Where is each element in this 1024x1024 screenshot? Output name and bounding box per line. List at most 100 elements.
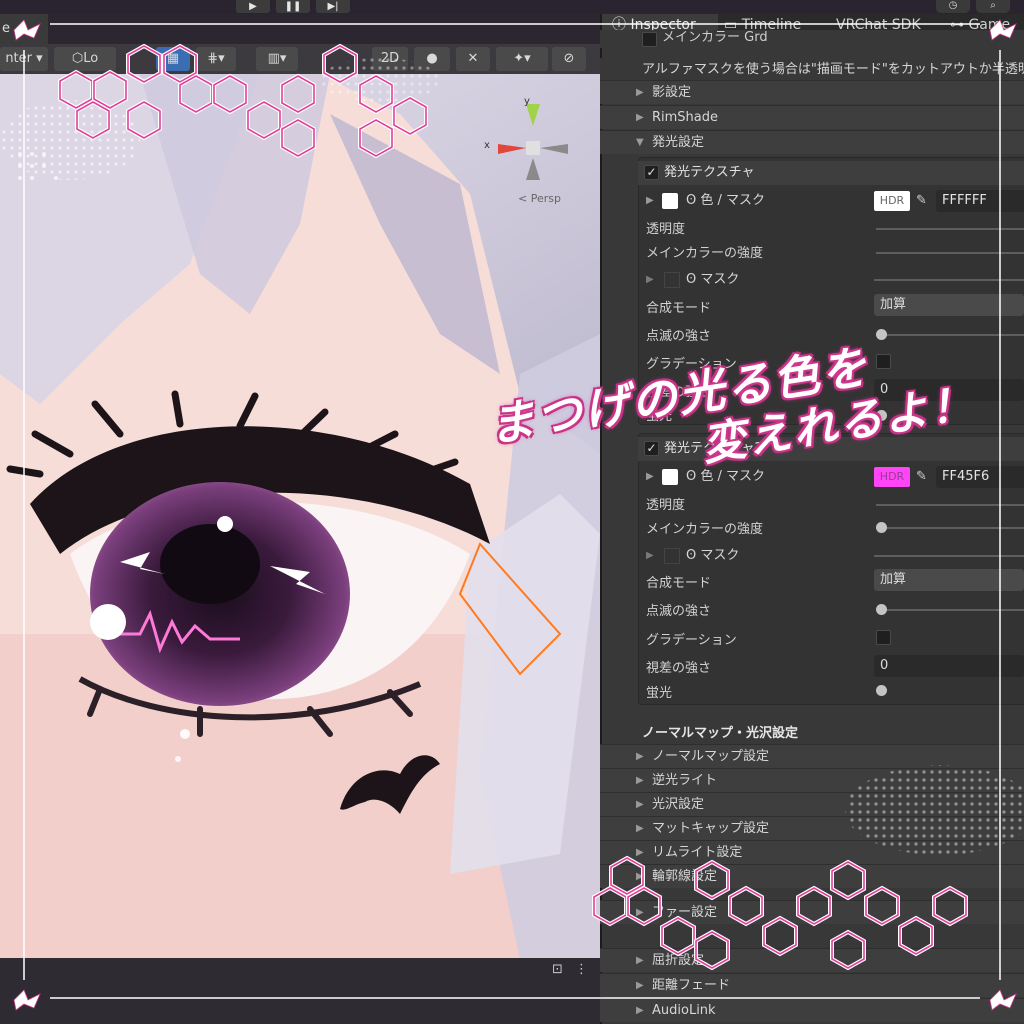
emission1-color-label: ʘ 色 / マスク — [686, 193, 766, 208]
emission1-blink-slider[interactable] — [876, 334, 1024, 336]
menu-icon[interactable]: ⋮ — [575, 962, 588, 977]
shading-mode-icon[interactable]: ▥▾ — [256, 47, 298, 71]
foldout-backlight[interactable]: ▶ 逆光ライト — [600, 768, 1024, 792]
scene-bottom-bar: ⊡ ⋮ — [0, 958, 600, 1024]
foldout-normal-map[interactable]: ▶ ノーマルマップ設定 — [600, 744, 1024, 768]
top-cut-checkbox[interactable] — [642, 32, 657, 47]
emission1-color-row: ▶ ʘ 色 / マスク HDR ✎ FFFFFF — [600, 189, 1024, 213]
foldout-emission[interactable]: ▼ 発光設定 — [600, 130, 1024, 154]
emission2-checkbox[interactable]: ✓ — [644, 441, 659, 456]
emission2-fluor-knob[interactable] — [876, 685, 887, 696]
emission1-opacity-slider[interactable] — [876, 228, 1024, 230]
emission2-hdr-swatch[interactable]: HDR — [874, 467, 910, 487]
local-dropdown[interactable]: ⬡Lo — [54, 47, 116, 71]
chevron-right-icon: ▶ — [636, 980, 644, 991]
top-cut-row: メインカラー Grd — [600, 30, 1024, 48]
lighting-icon[interactable]: ● — [414, 47, 450, 71]
audio-mute-icon[interactable]: ✕ — [456, 47, 490, 71]
foldout-rimshade[interactable]: ▶ RimShade — [600, 105, 1024, 129]
alpha-note-text: アルファマスクを使う場合は"描画モード"をカットアウトか半透明に変更 — [642, 62, 1024, 77]
emission1-mask-label: ʘ マスク — [686, 272, 740, 287]
foldout-outline[interactable]: ▶ 輪郭線設定 — [600, 864, 1024, 888]
history-icon[interactable]: ◷ — [936, 0, 970, 13]
emission1-hex-field[interactable]: FFFFFF — [936, 190, 1024, 212]
visibility-icon[interactable]: ⊘ — [552, 47, 586, 71]
foldout-distance-fade[interactable]: ▶ 距離フェード — [600, 973, 1024, 997]
emission2-maincolor-knob[interactable] — [876, 522, 887, 533]
chevron-right-icon: ▶ — [636, 87, 644, 98]
foldout-rimlight[interactable]: ▶ リムライト設定 — [600, 840, 1024, 864]
foldout-audiolink[interactable]: ▶ AudioLink — [600, 998, 1024, 1022]
foldout-shadow[interactable]: ▶ 影設定 — [600, 80, 1024, 104]
scene-gizmo[interactable]: y x < Persp — [478, 96, 588, 216]
mask-slot-icon[interactable] — [664, 548, 680, 564]
chevron-right-icon: ▶ — [636, 775, 644, 786]
chevron-right-icon[interactable]: ▶ — [646, 465, 654, 489]
foldout-gloss-label: 光沢設定 — [652, 797, 705, 812]
eyedropper-icon[interactable]: ✎ — [916, 465, 927, 489]
chevron-right-icon[interactable]: ▶ — [646, 268, 654, 292]
chevron-right-icon: ▶ — [636, 823, 644, 834]
grid-snap-icon[interactable]: ⋕▾ — [196, 47, 236, 71]
gizmo-y-label: y — [524, 96, 530, 107]
emission2-parallax-field[interactable]: 0 — [874, 655, 1024, 677]
play-icon[interactable]: ▶ — [236, 0, 270, 13]
emission1-mask-row: ▶ ʘ マスク — [600, 268, 1024, 292]
foldout-refraction[interactable]: ▶ 屈折設定 — [600, 948, 1024, 972]
chevron-right-icon: ▶ — [636, 751, 644, 762]
emission2-gradient-checkbox[interactable] — [876, 630, 891, 645]
emission2-blend-dropdown[interactable]: 加算 — [874, 569, 1024, 591]
effects-icon[interactable]: ✦▾ — [496, 47, 548, 71]
mask-slot-icon[interactable] — [664, 272, 680, 288]
emission2-blink-slider[interactable] — [876, 609, 1024, 611]
emission1-blend-label: 合成モード — [646, 301, 712, 316]
foldout-normal-map-label: ノーマルマップ設定 — [652, 749, 770, 764]
foldout-matcap[interactable]: ▶ マットキャップ設定 — [600, 816, 1024, 840]
chevron-right-icon: ▶ — [636, 907, 644, 918]
emission2-gradient-label: グラデーション — [646, 633, 737, 648]
foldout-distance-fade-label: 距離フェード — [652, 978, 731, 993]
emission1-checkbox[interactable]: ✓ — [644, 165, 659, 180]
texture-slot-icon[interactable] — [662, 469, 678, 485]
emission2-color-row: ▶ ʘ 色 / マスク HDR ✎ FF45F6 — [600, 465, 1024, 489]
mode-2d-button[interactable]: 2D — [372, 47, 408, 71]
emission1-maincolor-slider[interactable] — [876, 252, 1024, 254]
emission2-blink-knob[interactable] — [876, 604, 887, 615]
chevron-right-icon[interactable]: ▶ — [646, 189, 654, 213]
tab-scene[interactable]: e — [0, 14, 48, 44]
foldout-fur[interactable]: ▶ ファー設定 — [600, 900, 1024, 924]
chevron-right-icon[interactable]: ▶ — [646, 544, 654, 568]
eyedropper-icon[interactable]: ✎ — [916, 189, 927, 213]
foldout-shadow-label: 影設定 — [652, 85, 692, 100]
emission1-blink-knob[interactable] — [876, 329, 887, 340]
pivot-dropdown[interactable]: nter ▾ — [0, 47, 48, 71]
chevron-right-icon: ▶ — [636, 112, 644, 123]
grid-toggle-icon[interactable]: ▦ — [156, 47, 190, 71]
gizmo-persp-label[interactable]: < Persp — [518, 192, 561, 205]
emission2-opacity-slider[interactable] — [876, 504, 1024, 506]
chevron-right-icon: ▶ — [636, 871, 644, 882]
emission2-maincolor-slider[interactable] — [876, 527, 1024, 529]
pivot-label: nter — [5, 51, 32, 66]
gizmo-x-label: x — [484, 140, 490, 151]
emission2-mask-slider[interactable] — [874, 555, 1024, 557]
scene-view[interactable]: y x < Persp — [0, 14, 600, 1024]
scene-toolbar: nter ▾ ⬡Lo ▦ ⋕▾ ▥▾ 2D ● ✕ ✦▾ ⊘ — [0, 44, 600, 74]
alpha-note: アルファマスクを使う場合は"描画モード"をカットアウトか半透明に変更 — [600, 58, 1024, 82]
emission1-hdr-swatch[interactable]: HDR — [874, 191, 910, 211]
step-icon[interactable]: ▶| — [316, 0, 350, 13]
emission1-mask-text: マスク — [700, 272, 740, 287]
top-cut-label: メインカラー Grd — [662, 30, 768, 45]
emission2-fluor-label: 蛍光 — [646, 686, 673, 701]
foldout-gloss[interactable]: ▶ 光沢設定 — [600, 792, 1024, 816]
emission1-mask-slider[interactable] — [874, 279, 1024, 281]
emission2-hex-field[interactable]: FF45F6 — [936, 466, 1024, 488]
emission2-maincolor-label: メインカラーの強度 — [646, 522, 764, 537]
lock-icon[interactable]: ⊡ — [552, 962, 563, 977]
texture-slot-icon[interactable] — [662, 193, 678, 209]
pause-icon[interactable]: ❚❚ — [276, 0, 310, 13]
foldout-fur-label: ファー設定 — [652, 905, 718, 920]
emission1-gradient-checkbox[interactable] — [876, 354, 891, 369]
emission1-blend-dropdown[interactable]: 加算 — [874, 294, 1024, 316]
search-icon[interactable]: ⌕ — [976, 0, 1010, 13]
